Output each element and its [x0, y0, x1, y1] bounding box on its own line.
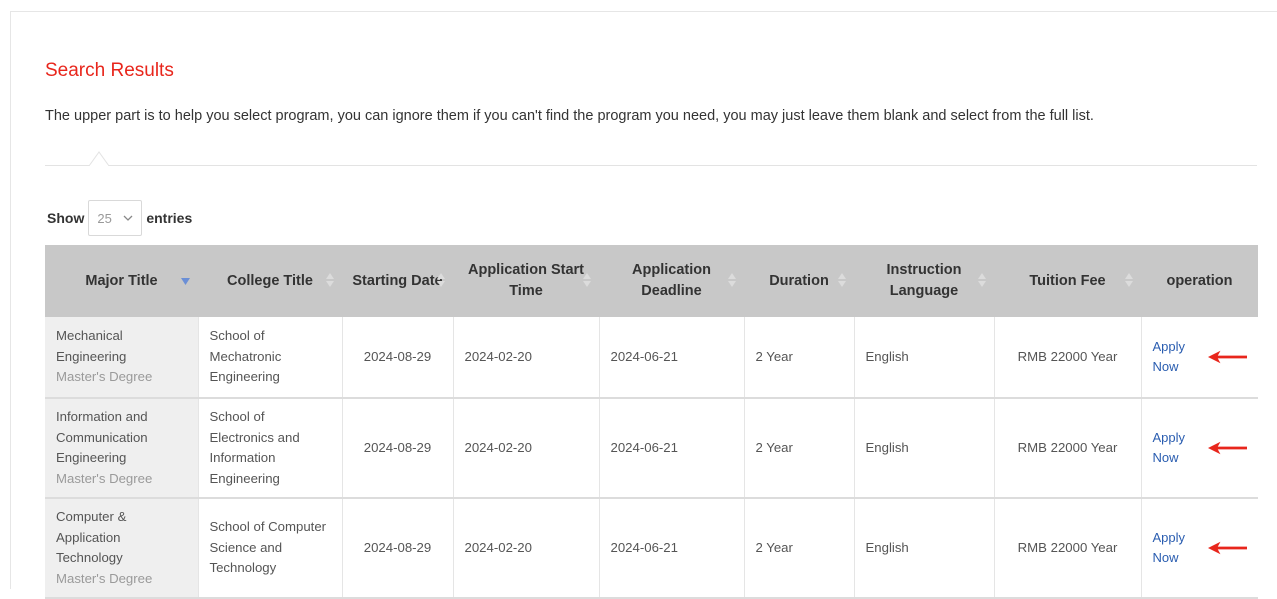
cell-deadline: 2024-06-21: [599, 317, 745, 399]
cell-college: School of Electronics and Information En…: [198, 398, 343, 499]
panel-top-border: [10, 11, 1277, 12]
cell-operation: Apply Now: [1141, 317, 1258, 399]
major-title: Computer & Application Technology: [56, 509, 127, 565]
section-intro: The upper part is to help you select pro…: [45, 108, 1094, 124]
cell-major: Information and Communication Engineerin…: [45, 398, 199, 499]
cell-language: English: [854, 317, 995, 399]
column-header-starting-date[interactable]: Starting Date: [342, 245, 453, 317]
degree-label: Master's Degree: [56, 369, 153, 385]
entries-select-value: 25: [97, 210, 112, 226]
cell-deadline: 2024-06-21: [599, 398, 745, 499]
entries-label: entries: [146, 210, 193, 226]
sort-both-icon: [1125, 273, 1133, 287]
sort-both-icon: [583, 273, 591, 287]
cell-tuition: RMB 22000 Year: [994, 317, 1142, 399]
sort-desc-icon: [181, 278, 190, 285]
cell-starting-date: 2024-08-29: [342, 398, 454, 499]
cell-college: School of Mechatronic Engineering: [198, 317, 343, 399]
chevron-down-icon: [123, 215, 133, 221]
table-row: Information and Communication Engineerin…: [45, 398, 1258, 499]
table-header-row: Major Title College Title Starting Date …: [45, 245, 1258, 317]
cell-operation: Apply Now: [1141, 398, 1258, 499]
length-control: Show 25 entries: [47, 199, 192, 237]
cell-application-start: 2024-02-20: [453, 498, 600, 599]
table-row: Mechanical Engineering Master's Degree S…: [45, 317, 1258, 399]
major-title: Information and Communication Engineerin…: [56, 409, 148, 465]
table-row: Computer & Application Technology Master…: [45, 498, 1258, 599]
degree-label: Master's Degree: [56, 570, 153, 586]
column-header-label: Major Title: [85, 272, 158, 289]
sort-both-icon: [437, 273, 445, 287]
cell-tuition: RMB 22000 Year: [994, 498, 1142, 599]
column-header-label: Application Deadline: [632, 262, 711, 299]
cell-major: Computer & Application Technology Master…: [45, 498, 199, 599]
panel-left-border: [10, 11, 11, 589]
sort-both-icon: [728, 273, 736, 287]
cell-application-start: 2024-02-20: [453, 317, 600, 399]
column-header-label: Tuition Fee: [1029, 272, 1106, 289]
entries-select[interactable]: 25: [88, 200, 143, 236]
apply-now-link[interactable]: Apply Now: [1153, 337, 1208, 378]
sort-both-icon: [326, 273, 334, 287]
cell-duration: 2 Year: [744, 317, 855, 399]
column-header-tuition-fee[interactable]: Tuition Fee: [994, 245, 1141, 317]
column-header-label: operation: [1166, 272, 1233, 289]
cell-starting-date: 2024-08-29: [342, 317, 454, 399]
column-header-duration[interactable]: Duration: [744, 245, 854, 317]
section-title: Search Results: [45, 60, 174, 81]
show-label: Show: [47, 210, 85, 226]
cell-college: School of Computer Science and Technolog…: [198, 498, 343, 599]
cell-deadline: 2024-06-21: [599, 498, 745, 599]
cell-duration: 2 Year: [744, 398, 855, 499]
degree-label: Master's Degree: [56, 470, 153, 486]
column-header-instruction-language[interactable]: Instruction Language: [854, 245, 994, 317]
cell-application-start: 2024-02-20: [453, 398, 600, 499]
red-arrow-icon: [1207, 441, 1247, 455]
column-header-label: Duration: [769, 272, 829, 289]
apply-now-link[interactable]: Apply Now: [1153, 428, 1208, 469]
column-header-major-title[interactable]: Major Title: [45, 245, 198, 317]
red-arrow-icon: [1207, 350, 1247, 364]
section-divider: [45, 165, 1257, 166]
column-header-label: College Title: [227, 272, 313, 289]
divider-caret-icon: [89, 151, 109, 166]
column-header-college-title[interactable]: College Title: [198, 245, 342, 317]
cell-language: English: [854, 398, 995, 499]
major-title: Mechanical Engineering: [56, 328, 127, 364]
column-header-application-deadline[interactable]: Application Deadline: [599, 245, 744, 317]
cell-starting-date: 2024-08-29: [342, 498, 454, 599]
cell-tuition: RMB 22000 Year: [994, 398, 1142, 499]
red-arrow-icon: [1207, 541, 1247, 555]
cell-language: English: [854, 498, 995, 599]
column-header-label: Starting Date: [352, 272, 443, 289]
sort-both-icon: [838, 273, 846, 287]
column-header-operation: operation: [1141, 245, 1258, 317]
cell-major: Mechanical Engineering Master's Degree: [45, 317, 199, 399]
programs-table: Major Title College Title Starting Date …: [45, 245, 1258, 599]
apply-now-link[interactable]: Apply Now: [1153, 528, 1208, 569]
column-header-label: Instruction Language: [886, 262, 962, 299]
column-header-label: Application Start Time: [467, 262, 584, 299]
cell-duration: 2 Year: [744, 498, 855, 599]
sort-both-icon: [978, 273, 986, 287]
column-header-application-start-time[interactable]: Application Start Time: [453, 245, 599, 317]
cell-operation: Apply Now: [1141, 498, 1258, 599]
